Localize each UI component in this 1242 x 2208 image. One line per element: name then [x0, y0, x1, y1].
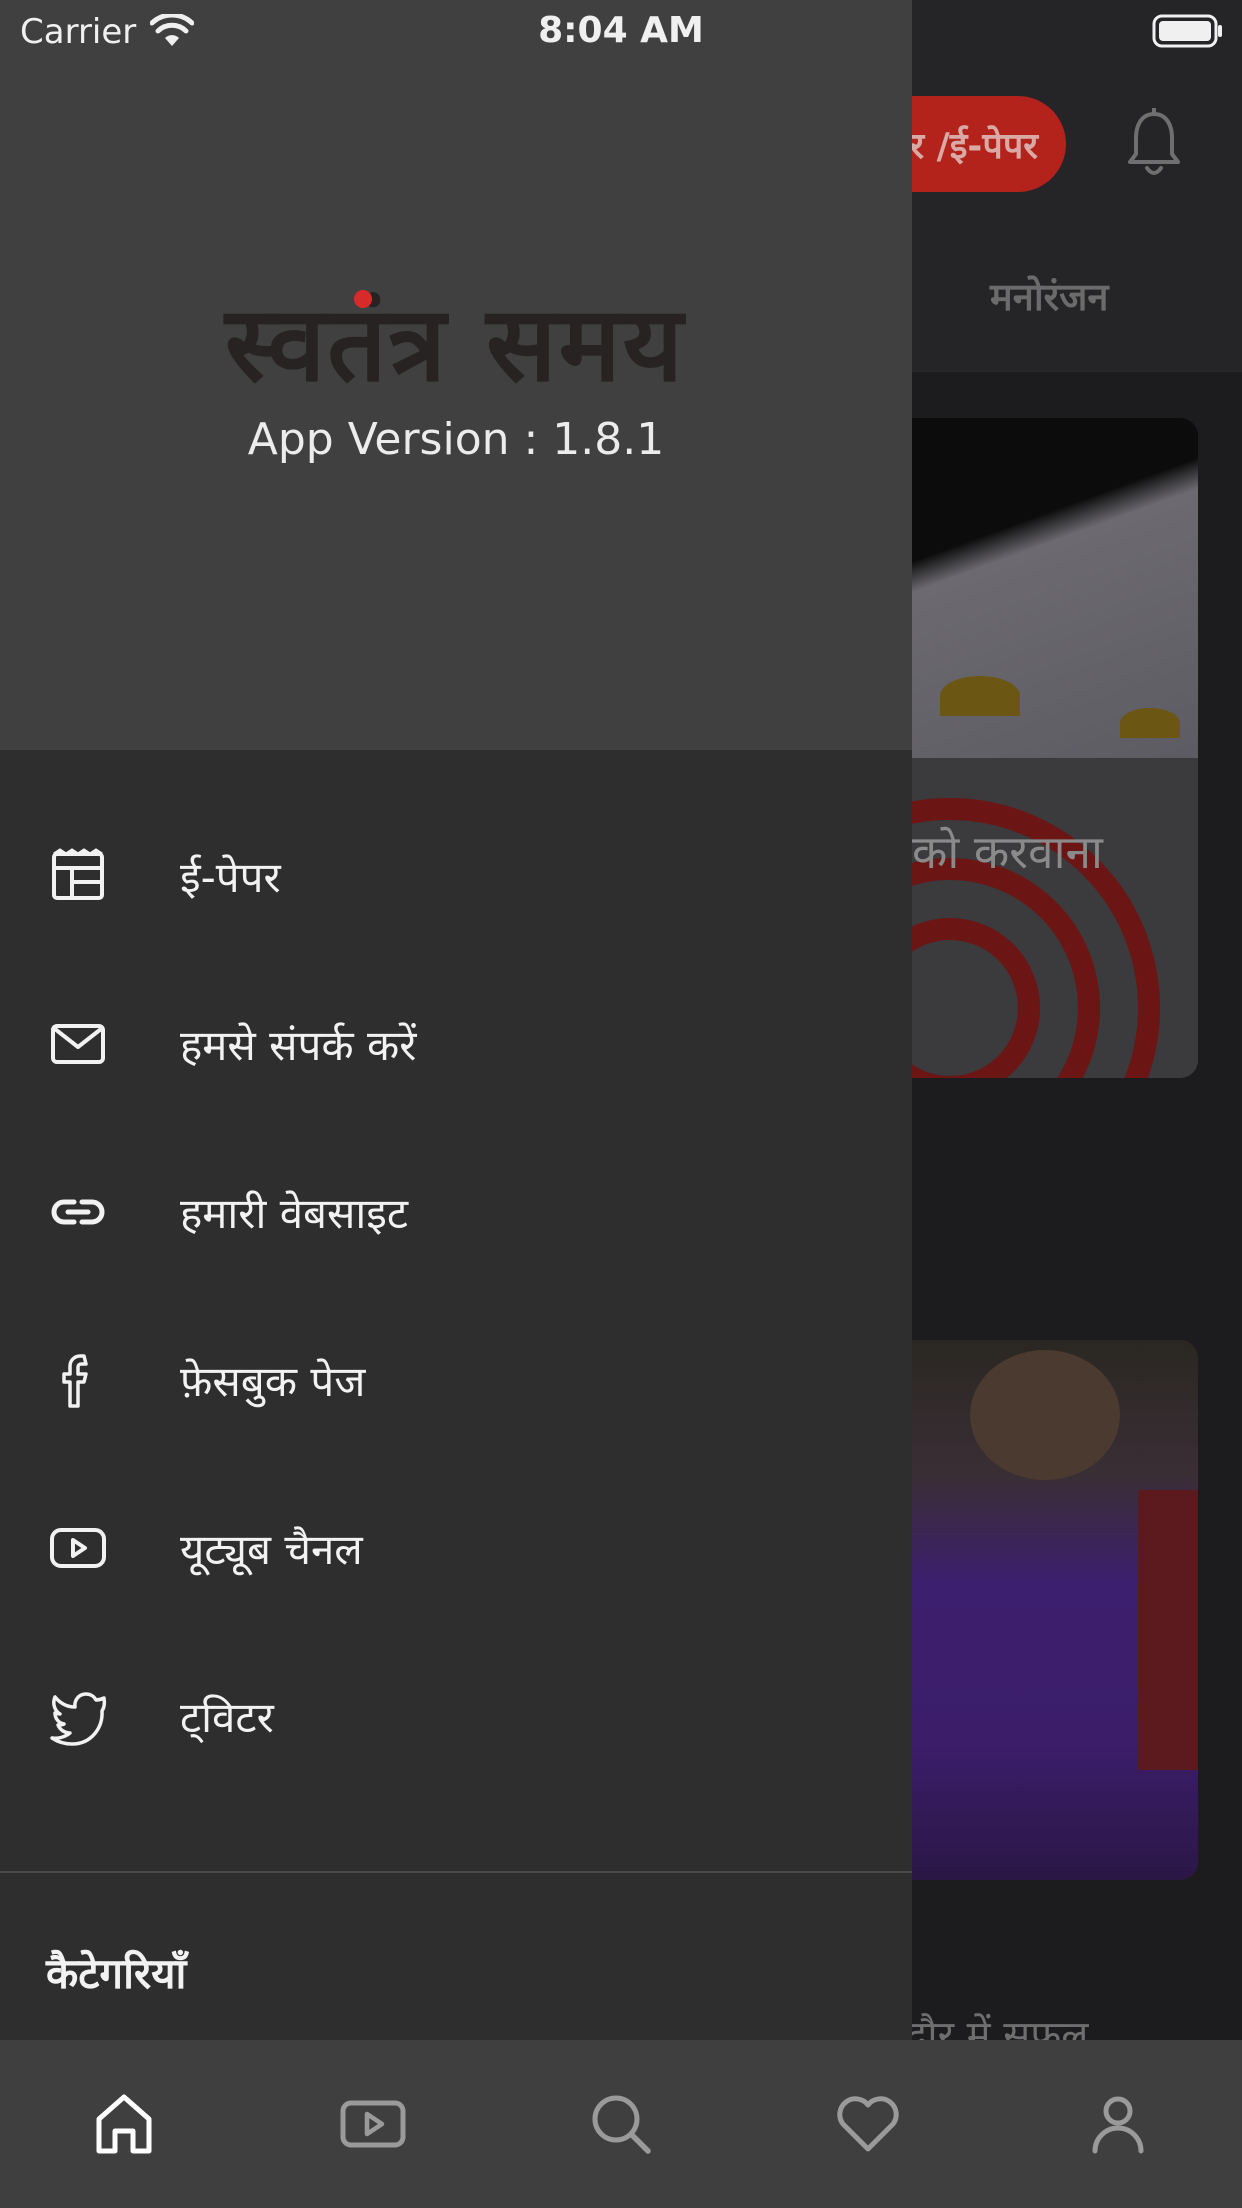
search-icon	[592, 2095, 651, 2154]
twitter-icon	[46, 1684, 110, 1748]
newspaper-icon	[46, 844, 110, 908]
drawer-divider	[0, 1871, 912, 1873]
menu-item-twitter[interactable]: ट्विटर	[0, 1632, 912, 1800]
menu-label: ई-पेपर	[180, 852, 281, 902]
menu-item-facebook[interactable]: फ़ेसबुक पेज	[0, 1296, 912, 1464]
status-time: 8:04 AM	[538, 10, 704, 51]
home-icon	[96, 2094, 152, 2154]
menu-label: फ़ेसबुक पेज	[180, 1356, 366, 1406]
side-drawer: स्वतंत्र समय App Version : 1.8.1 ई-पेपर	[0, 0, 912, 2040]
drawer-header: स्वतंत्र समय App Version : 1.8.1	[0, 0, 912, 750]
heart-icon	[837, 2096, 899, 2152]
menu-item-website[interactable]: हमारी वेबसाइट	[0, 1128, 912, 1296]
bottom-tab-bar	[0, 2040, 1242, 2208]
youtube-icon	[46, 1516, 110, 1580]
menu-item-youtube[interactable]: यूट्यूब चैनल	[0, 1464, 912, 1632]
menu-label: हमारी वेबसाइट	[180, 1188, 409, 1238]
brand-name: स्वतंत्र समय	[225, 282, 685, 405]
tab-home[interactable]	[74, 2074, 174, 2174]
categories-heading[interactable]: कैटेगरियाँ	[46, 1944, 186, 2001]
brand-logo: स्वतंत्र समय	[180, 270, 730, 405]
tab-search[interactable]	[571, 2074, 671, 2174]
menu-item-contact[interactable]: हमसे संपर्क करें	[0, 960, 912, 1128]
status-bar: Carrier 8:04 AM	[0, 0, 1242, 60]
facebook-icon	[46, 1348, 110, 1412]
link-icon	[46, 1180, 110, 1244]
app-version: App Version : 1.8.1	[247, 414, 665, 465]
profile-icon	[1092, 2096, 1144, 2154]
tab-profile[interactable]	[1068, 2074, 1168, 2174]
tab-videos[interactable]	[323, 2074, 423, 2174]
menu-label: ट्विटर	[180, 1692, 274, 1742]
menu-label: यूट्यूब चैनल	[180, 1524, 363, 1574]
video-icon	[340, 2100, 406, 2148]
menu-label: हमसे संपर्क करें	[180, 1020, 417, 1070]
battery-icon	[1152, 14, 1222, 48]
logo-dot	[354, 290, 372, 308]
menu-item-epaper[interactable]: ई-पेपर	[0, 792, 912, 960]
mail-icon	[46, 1012, 110, 1076]
tab-favourites[interactable]	[818, 2074, 918, 2174]
